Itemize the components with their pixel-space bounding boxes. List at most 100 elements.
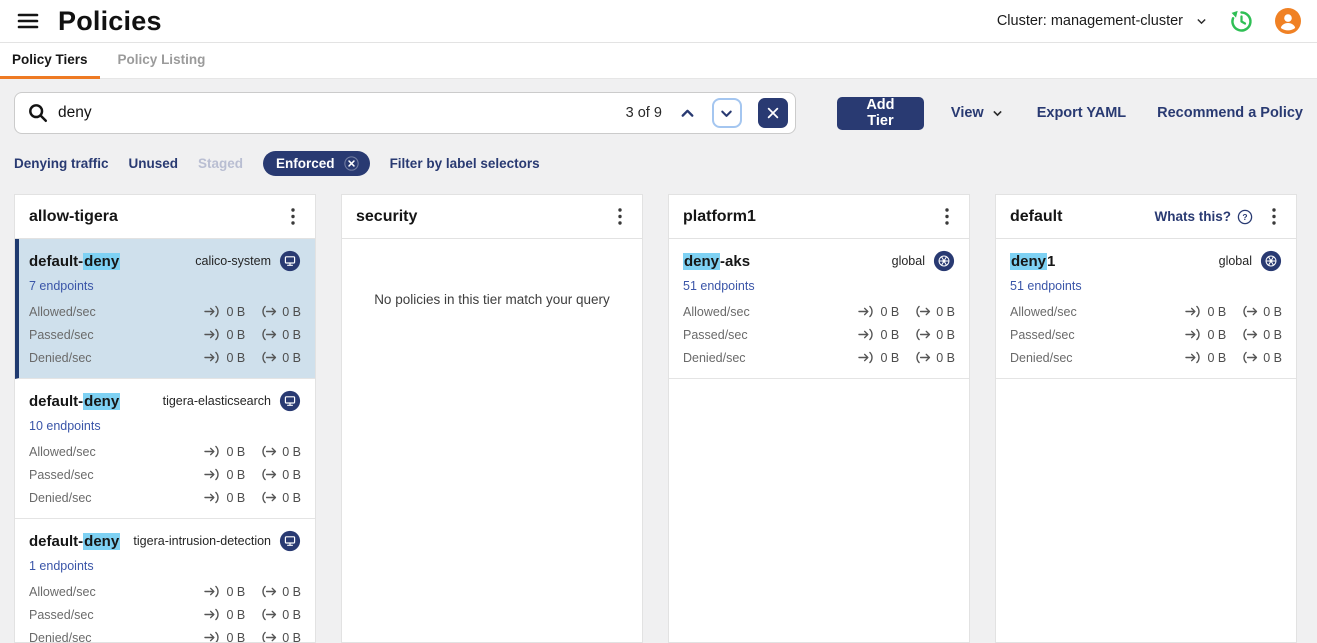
policy-scope-label: calico-system xyxy=(195,254,271,268)
metric-row: Allowed/sec 0 B 0 B xyxy=(29,444,301,459)
tier-body: deny1 global 51 endpoints Allowed/sec xyxy=(996,239,1296,379)
kebab-menu-icon[interactable] xyxy=(612,208,628,226)
whats-this-link[interactable]: Whats this? ? xyxy=(1155,209,1254,225)
tier-column: allow-tigera default-deny calico-system xyxy=(14,194,316,643)
policy-card[interactable]: default-deny tigera-elasticsearch 10 end… xyxy=(15,379,315,519)
endpoints-link[interactable]: 10 endpoints xyxy=(29,419,101,433)
tab-policy-listing[interactable]: Policy Listing xyxy=(106,43,218,79)
remove-filter-icon[interactable] xyxy=(344,156,359,171)
metric-row: Denied/sec 0 B 0 B xyxy=(29,490,301,505)
toolbar: 3 of 9 Add Tier View Export YAML Recomme… xyxy=(14,92,1303,134)
next-match-button[interactable] xyxy=(712,98,742,128)
metric-row: Denied/sec 0 B 0 B xyxy=(683,350,955,365)
policy-name: deny1 xyxy=(1010,253,1055,270)
egress-value: 0 B xyxy=(282,351,301,365)
egress-traffic-icon xyxy=(260,350,277,365)
policy-name: deny-aks xyxy=(683,253,750,270)
endpoints-link[interactable]: 51 endpoints xyxy=(683,279,755,293)
policy-card[interactable]: default-deny tigera-intrusion-detection … xyxy=(15,519,315,643)
tab-bar: Policy Tiers Policy Listing xyxy=(0,42,1317,79)
user-avatar-icon[interactable] xyxy=(1275,8,1301,34)
policy-name: default-deny xyxy=(29,253,120,270)
metric-label: Passed/sec xyxy=(1010,328,1075,342)
endpoints-link[interactable]: 7 endpoints xyxy=(29,279,94,293)
policy-metrics: Allowed/sec 0 B 0 B Passed/sec 0 B 0 B xyxy=(683,304,955,365)
tier-column: security No policies in this tier match … xyxy=(341,194,643,643)
global-icon xyxy=(933,250,955,272)
add-tier-button[interactable]: Add Tier xyxy=(837,97,924,130)
egress-traffic-icon xyxy=(1241,350,1258,365)
ingress-value: 0 B xyxy=(226,305,245,319)
filter-denying-traffic[interactable]: Denying traffic xyxy=(14,156,109,171)
tier-name: security xyxy=(356,208,417,226)
ingress-traffic-icon xyxy=(204,630,221,643)
endpoints-link[interactable]: 1 endpoints xyxy=(29,559,94,573)
policy-metrics: Allowed/sec 0 B 0 B Passed/sec 0 B 0 B xyxy=(1010,304,1282,365)
ingress-value: 0 B xyxy=(1207,351,1226,365)
kebab-menu-icon[interactable] xyxy=(939,208,955,226)
filter-enforced[interactable]: Enforced xyxy=(263,151,370,176)
tier-name: default xyxy=(1010,208,1062,226)
kebab-menu-icon[interactable] xyxy=(285,208,301,226)
clear-search-button[interactable] xyxy=(758,98,788,128)
hamburger-menu-icon[interactable] xyxy=(16,9,40,33)
egress-traffic-icon xyxy=(260,584,277,599)
metric-row: Allowed/sec 0 B 0 B xyxy=(29,304,301,319)
policy-name: default-deny xyxy=(29,393,120,410)
view-dropdown[interactable]: View xyxy=(951,105,1004,121)
metric-label: Denied/sec xyxy=(29,351,92,365)
metric-row: Passed/sec 0 B 0 B xyxy=(29,607,301,622)
egress-traffic-icon xyxy=(914,304,931,319)
kebab-menu-icon[interactable] xyxy=(1266,208,1282,226)
page-title: Policies xyxy=(58,6,162,37)
policy-scope-label: global xyxy=(892,254,925,268)
export-yaml-button[interactable]: Export YAML xyxy=(1037,105,1126,121)
metric-row: Passed/sec 0 B 0 B xyxy=(683,327,955,342)
egress-value: 0 B xyxy=(1263,351,1282,365)
tier-body: default-deny calico-system 7 endpoints A… xyxy=(15,239,315,643)
metric-label: Passed/sec xyxy=(29,608,94,622)
filter-unused[interactable]: Unused xyxy=(129,156,179,171)
policy-card[interactable]: deny-aks global 51 endpoints Allowed/sec xyxy=(669,239,969,379)
ingress-value: 0 B xyxy=(226,351,245,365)
metric-label: Passed/sec xyxy=(29,328,94,342)
history-icon[interactable] xyxy=(1228,8,1255,35)
cluster-selector-label: Cluster: management-cluster xyxy=(997,13,1183,29)
filter-by-label-selectors[interactable]: Filter by label selectors xyxy=(390,156,540,171)
filter-staged[interactable]: Staged xyxy=(198,156,243,171)
endpoints-link[interactable]: 51 endpoints xyxy=(1010,279,1082,293)
egress-value: 0 B xyxy=(282,328,301,342)
egress-value: 0 B xyxy=(936,328,955,342)
tab-label: Policy Listing xyxy=(118,52,206,67)
metric-label: Allowed/sec xyxy=(683,305,750,319)
ingress-traffic-icon xyxy=(204,350,221,365)
cluster-selector[interactable]: Cluster: management-cluster xyxy=(997,13,1208,29)
egress-traffic-icon xyxy=(260,607,277,622)
metric-label: Passed/sec xyxy=(29,468,94,482)
egress-traffic-icon xyxy=(914,327,931,342)
tab-policy-tiers[interactable]: Policy Tiers xyxy=(0,43,100,79)
previous-match-button[interactable] xyxy=(675,100,701,126)
egress-traffic-icon xyxy=(260,304,277,319)
ingress-traffic-icon xyxy=(858,350,875,365)
policy-card[interactable]: deny1 global 51 endpoints Allowed/sec xyxy=(996,239,1296,379)
tier-header: platform1 xyxy=(669,195,969,239)
recommend-policy-button[interactable]: Recommend a Policy xyxy=(1157,105,1303,121)
egress-value: 0 B xyxy=(282,305,301,319)
namespace-icon xyxy=(279,250,301,272)
policy-scope-label: global xyxy=(1219,254,1252,268)
metric-label: Allowed/sec xyxy=(1010,305,1077,319)
search-match-counter: 3 of 9 xyxy=(626,105,662,121)
search-input[interactable] xyxy=(58,104,617,122)
tier-header: default Whats this? ? xyxy=(996,195,1296,239)
tier-column: default Whats this? ? deny1 global xyxy=(995,194,1297,643)
ingress-value: 0 B xyxy=(226,631,245,643)
search-icon xyxy=(27,102,49,124)
egress-value: 0 B xyxy=(936,305,955,319)
tier-body: deny-aks global 51 endpoints Allowed/sec xyxy=(669,239,969,379)
metric-row: Denied/sec 0 B 0 B xyxy=(29,350,301,365)
policy-card[interactable]: default-deny calico-system 7 endpoints A… xyxy=(15,239,315,379)
metric-label: Denied/sec xyxy=(1010,351,1073,365)
metric-label: Allowed/sec xyxy=(29,445,96,459)
metric-label: Allowed/sec xyxy=(29,585,96,599)
